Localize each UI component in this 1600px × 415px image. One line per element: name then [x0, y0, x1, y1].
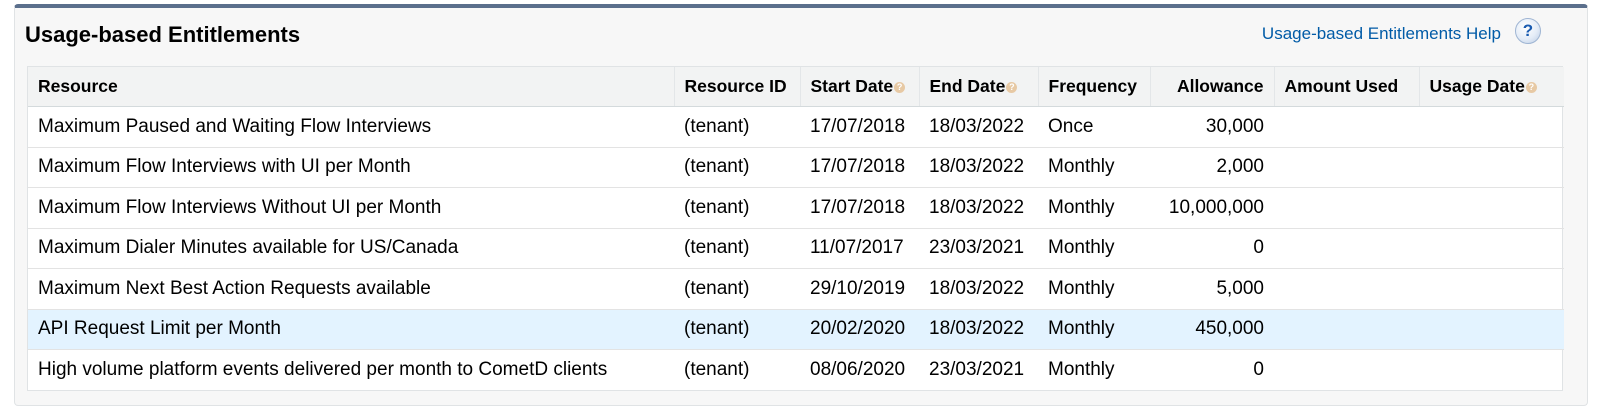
- column-header-allowance[interactable]: Allowance: [1150, 67, 1275, 107]
- cell-allowance: 10,000,000: [1150, 187, 1274, 229]
- cell-start-date: 17/07/2018: [800, 187, 919, 229]
- cell-resource-id: (tenant): [684, 358, 750, 380]
- cell-allowance: 0: [1150, 228, 1274, 269]
- table-row[interactable]: Maximum Flow Interviews Without UI per M…: [28, 187, 1564, 229]
- help-hint-icon[interactable]: ?: [894, 81, 906, 93]
- cell-resource: Maximum Paused and Waiting Flow Intervie…: [28, 106, 674, 148]
- cell-resource: Maximum Flow Interviews with UI per Mont…: [28, 147, 674, 188]
- cell-resource: Maximum Dialer Minutes available for US/…: [28, 228, 674, 269]
- cell-usage-date: [1419, 268, 1564, 310]
- cell-start-date: 11/07/2017: [800, 228, 919, 269]
- cell-start-date: 17/07/2018: [800, 106, 919, 148]
- cell-amount-used: [1274, 228, 1419, 269]
- column-header-start-date[interactable]: Start Date?: [800, 67, 920, 107]
- cell-frequency: Monthly: [1038, 309, 1150, 350]
- column-header-end-date[interactable]: End Date?: [919, 67, 1039, 107]
- table-row[interactable]: Maximum Paused and Waiting Flow Intervie…: [28, 106, 1564, 148]
- cell-resource-id: (tenant): [674, 187, 800, 229]
- cell-resource: API Request Limit per Month: [28, 309, 674, 350]
- table-row[interactable]: Maximum Dialer Minutes available for US/…: [28, 228, 1564, 269]
- cell-frequency: Monthly: [1048, 358, 1115, 380]
- cell-amount-used: [1274, 350, 1419, 390]
- cell-frequency: Monthly: [1038, 268, 1150, 310]
- cell-resource-id: (tenant): [674, 268, 800, 310]
- cell-resource-id: (tenant): [674, 228, 800, 269]
- table-header-row: Resource Resource ID Start Date? End Dat…: [28, 67, 1564, 107]
- table-row[interactable]: Maximum Next Best Action Requests availa…: [28, 268, 1564, 310]
- cell-end-date: 23/03/2021: [929, 358, 1025, 380]
- cell-start-date: 17/07/2018: [800, 147, 919, 188]
- cell-usage-date: [1419, 228, 1564, 269]
- entitlements-table: Resource Resource ID Start Date? End Dat…: [28, 67, 1564, 390]
- cell-end-date: 18/03/2022: [919, 268, 1038, 310]
- cell-resource-id: (tenant): [674, 309, 800, 350]
- cell-allowance: 2,000: [1150, 147, 1274, 188]
- cell-allowance: 5,000: [1150, 268, 1274, 310]
- cell-usage-date: [1419, 350, 1564, 390]
- cell-resource-id: (tenant): [674, 106, 800, 148]
- panel-title: Usage-based Entitlements: [25, 22, 301, 47]
- help-hint-icon[interactable]: ?: [1525, 81, 1537, 93]
- cell-resource-id: (tenant): [674, 147, 800, 188]
- cell-resource: High volume platform events delivered pe…: [38, 358, 608, 380]
- cell-start-date: 29/10/2019: [800, 268, 919, 310]
- table-row-highlighted[interactable]: API Request Limit per Month (tenant) 20/…: [28, 309, 1564, 350]
- cell-frequency: Monthly: [1038, 147, 1150, 188]
- entitlements-table-wrapper: Resource Resource ID Start Date? End Dat…: [27, 66, 1564, 391]
- cell-amount-used: [1274, 147, 1419, 188]
- cell-start-date: 20/02/2020: [800, 309, 919, 350]
- cell-allowance: 0: [1253, 358, 1264, 380]
- cell-amount-used: [1274, 309, 1419, 350]
- cell-resource: Maximum Flow Interviews Without UI per M…: [28, 187, 674, 229]
- cell-amount-used: [1274, 106, 1419, 148]
- question-mark-icon[interactable]: ?: [1515, 18, 1541, 44]
- cell-frequency: Monthly: [1038, 187, 1150, 229]
- cell-end-date: 18/03/2022: [919, 309, 1038, 350]
- cell-usage-date: [1419, 187, 1564, 229]
- cell-resource: Maximum Next Best Action Requests availa…: [28, 268, 674, 310]
- column-header-resource[interactable]: Resource: [28, 67, 675, 107]
- cell-amount-used: [1274, 268, 1419, 310]
- cell-frequency: Once: [1038, 106, 1150, 148]
- column-header-resource-id[interactable]: Resource ID: [674, 67, 801, 107]
- cell-frequency: Monthly: [1038, 228, 1150, 269]
- column-header-amount-used[interactable]: Amount Used: [1274, 67, 1420, 107]
- cell-end-date: 18/03/2022: [919, 106, 1038, 148]
- usage-entitlements-panel: Usage-based Entitlements Usage-based Ent…: [14, 4, 1588, 406]
- help-hint-icon[interactable]: ?: [1006, 81, 1018, 93]
- table-row[interactable]: Maximum Flow Interviews with UI per Mont…: [28, 147, 1564, 188]
- cell-amount-used: [1274, 187, 1419, 229]
- table-row[interactable]: High volume platform events delivered pe…: [28, 350, 1564, 390]
- cell-usage-date: [1419, 106, 1564, 148]
- cell-usage-date: [1419, 309, 1564, 350]
- column-header-frequency[interactable]: Frequency: [1038, 67, 1151, 107]
- cell-start-date: 08/06/2020: [810, 358, 906, 380]
- column-header-usage-date[interactable]: Usage Date?: [1419, 67, 1564, 107]
- cell-allowance: 450,000: [1150, 309, 1274, 350]
- cell-end-date: 18/03/2022: [919, 147, 1038, 188]
- cell-end-date: 18/03/2022: [919, 187, 1038, 229]
- cell-end-date: 23/03/2021: [919, 228, 1038, 269]
- cell-usage-date: [1419, 147, 1564, 188]
- cell-allowance: 30,000: [1150, 106, 1274, 148]
- help-link[interactable]: Usage-based Entitlements Help: [1262, 24, 1501, 44]
